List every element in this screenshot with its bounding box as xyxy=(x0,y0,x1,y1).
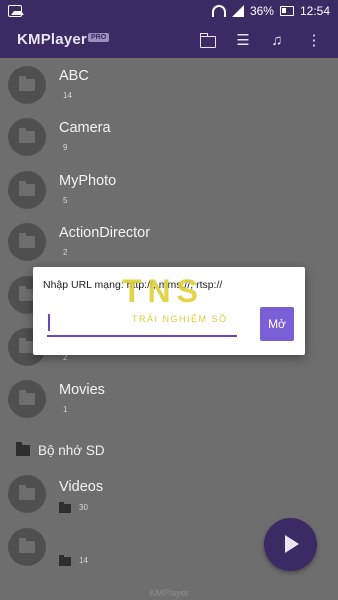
play-fab-button[interactable] xyxy=(264,518,317,571)
open-button[interactable]: Mở xyxy=(260,307,294,341)
folder-avatar xyxy=(8,118,46,156)
folder-avatar xyxy=(8,475,46,513)
folder-title: Camera xyxy=(59,120,111,136)
folder-icon xyxy=(19,128,35,143)
folder-count: 9 xyxy=(63,143,68,152)
folder-count: 5 xyxy=(63,196,68,205)
wifi-icon xyxy=(211,5,226,17)
folder-icon xyxy=(19,485,35,500)
more-options-icon[interactable]: ⋮ xyxy=(305,32,323,50)
folder-view-icon[interactable] xyxy=(199,32,217,50)
url-prompt-label: Nhập URL mạng: http://, mms://, rtsp:// xyxy=(43,279,223,291)
folder-icon xyxy=(19,233,35,248)
folder-count: 30 xyxy=(79,503,88,512)
folder-title: MyPhoto xyxy=(59,173,117,189)
folder-avatar xyxy=(8,223,46,261)
text-cursor xyxy=(48,314,50,331)
folder-count: 2 xyxy=(63,248,68,257)
folder-item[interactable]: MyPhoto 5 xyxy=(0,163,338,215)
folder-icon xyxy=(19,181,35,196)
sd-card-section-header: Bộ nhớ SD xyxy=(0,440,338,462)
pro-badge: PRO xyxy=(88,33,110,42)
open-url-dialog: Nhập URL mạng: http://, mms://, rtsp:// … xyxy=(33,267,305,355)
folder-item[interactable]: Videos 30 xyxy=(0,467,338,519)
folder-title: Videos xyxy=(59,479,104,495)
folder-icon xyxy=(19,538,35,553)
folder-item[interactable]: ActionDirector 2 xyxy=(0,215,338,267)
folder-title: ABC xyxy=(59,68,89,84)
footer-brand: KMPlayer xyxy=(149,588,189,598)
folder-count: 14 xyxy=(79,556,88,565)
list-view-icon[interactable]: ☰ xyxy=(234,32,252,50)
folder-item[interactable]: Movies 1 xyxy=(0,372,338,424)
app-bar: KMPlayer PRO ☰ ♫ ⋮ xyxy=(0,24,338,58)
sd-card-icon xyxy=(16,442,30,456)
folder-title: ActionDirector xyxy=(59,225,151,241)
folder-small-icon xyxy=(59,502,71,513)
folder-icon xyxy=(19,76,35,91)
app-title: KMPlayer xyxy=(17,31,87,48)
battery-icon xyxy=(279,6,294,16)
folder-title: Movies xyxy=(59,382,105,398)
folder-avatar xyxy=(8,171,46,209)
battery-percent: 36% xyxy=(249,4,274,18)
signal-icon xyxy=(231,5,244,17)
folder-avatar xyxy=(8,380,46,418)
status-bar: 36% 12:54 xyxy=(0,0,338,24)
folder-icon xyxy=(19,390,35,405)
url-input[interactable] xyxy=(47,311,237,337)
folder-avatar xyxy=(8,66,46,104)
folder-avatar xyxy=(8,528,46,566)
folder-count: 14 xyxy=(63,91,72,100)
folder-item[interactable]: ABC 14 xyxy=(0,58,338,110)
folder-small-icon xyxy=(59,555,71,566)
folder-count: 1 xyxy=(63,405,68,414)
play-icon xyxy=(285,535,299,553)
sd-card-label: Bộ nhớ SD xyxy=(38,443,105,458)
folder-item[interactable]: Camera 9 xyxy=(0,110,338,162)
image-icon xyxy=(8,5,24,17)
clock: 12:54 xyxy=(299,4,330,18)
playlist-icon[interactable]: ♫ xyxy=(268,32,286,50)
